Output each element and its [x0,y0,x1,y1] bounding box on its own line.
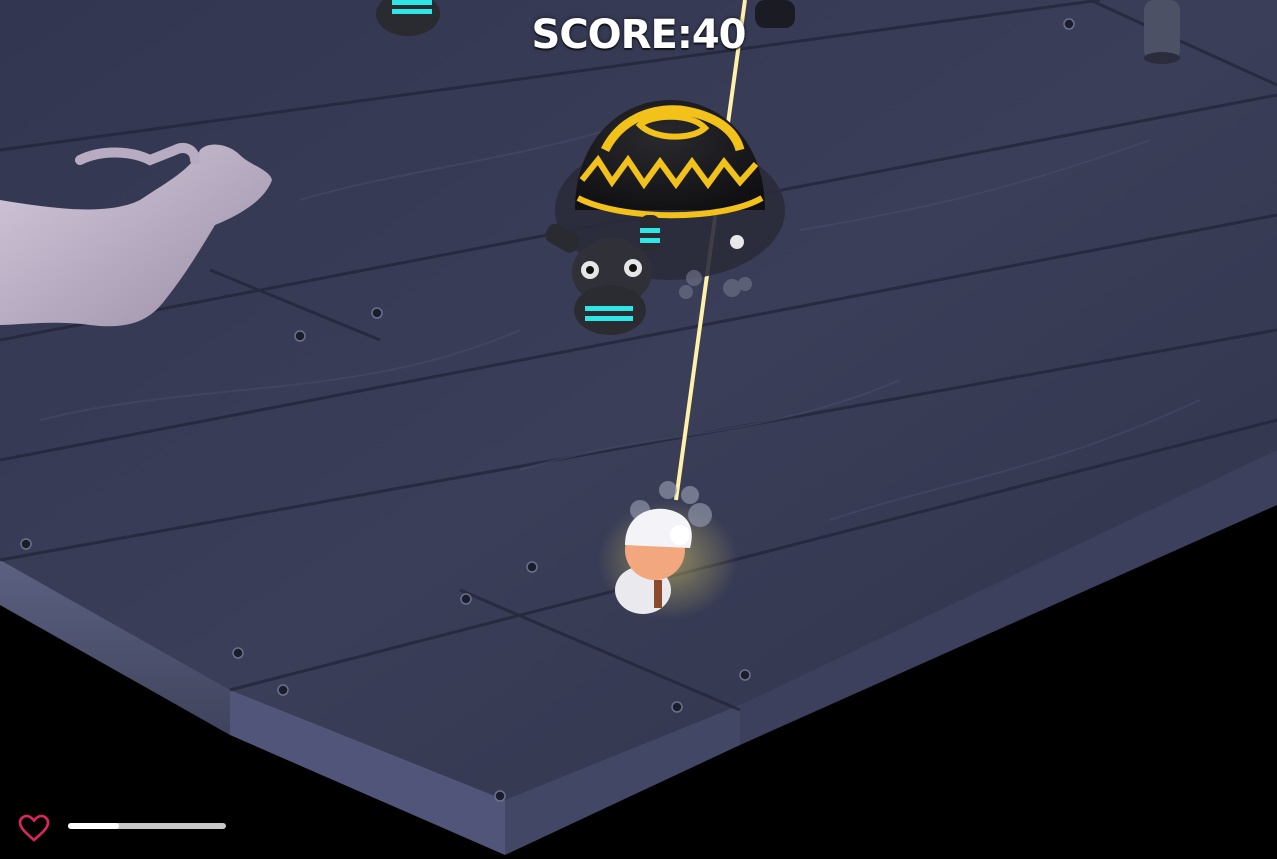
health-fill [68,823,119,829]
game-scene [0,0,1277,855]
score-separator: : [676,12,693,58]
score-display: SCORE:40 [0,12,1277,58]
score-value: 40 [691,12,747,58]
health-track [68,823,226,829]
heart-icon [18,814,50,842]
score-label: SCORE [531,12,678,58]
health-bar [18,812,226,842]
